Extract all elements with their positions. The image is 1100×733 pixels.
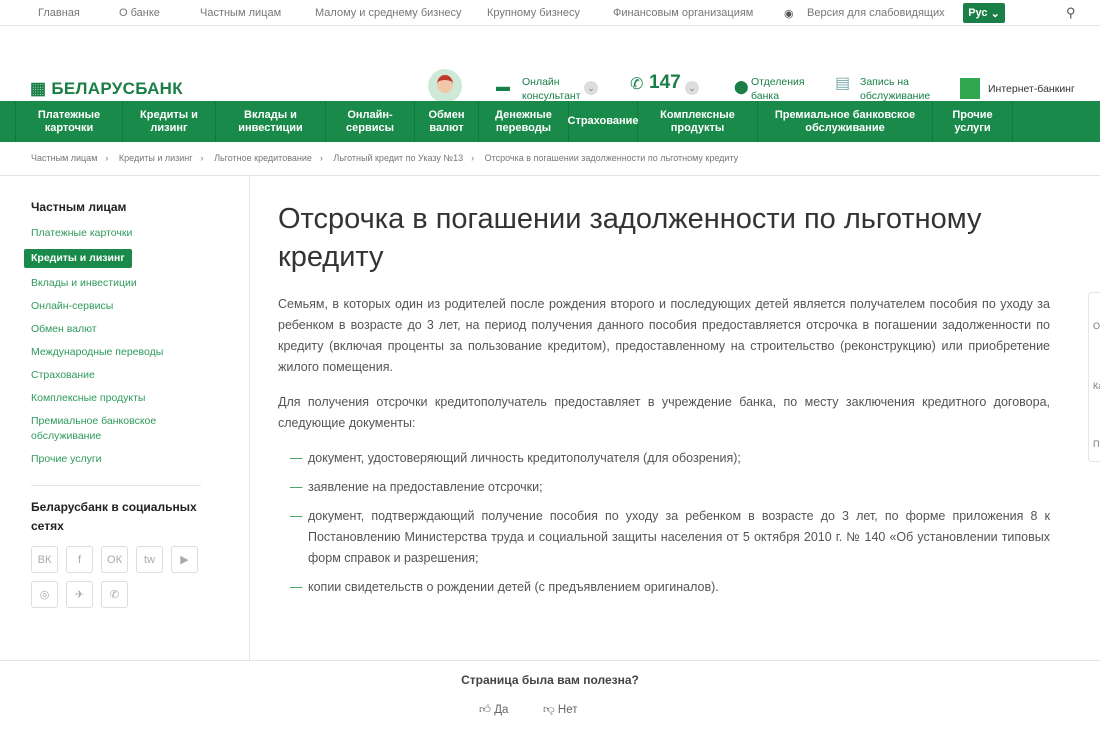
social-title: Беларусбанк в социальных сетях <box>31 500 197 533</box>
search-icon[interactable]: ⚲ <box>1066 5 1076 21</box>
facebook-icon[interactable]: f <box>66 546 93 573</box>
nav-deposits[interactable]: Вклады и инвестиции <box>216 101 326 142</box>
telegram-icon[interactable]: ✈ <box>66 581 93 608</box>
language-select[interactable]: Рус ⌄ <box>963 3 1005 23</box>
breadcrumb-item[interactable]: Частным лицам <box>31 153 97 163</box>
paragraph: Семьям, в которых один из родителей посл… <box>278 297 1050 374</box>
list-item: заявление на предоставление отсрочки; <box>278 477 1050 498</box>
sidebar-item-online[interactable]: Онлайн-сервисы <box>31 299 201 314</box>
breadcrumb-item[interactable]: Льготный кредит по Указу №13 <box>333 153 463 163</box>
sidebar-item-other[interactable]: Прочие услуги <box>31 452 201 467</box>
thumbs-up-icon: 👍︎ <box>479 704 492 716</box>
location-pin-icon: ⬤ <box>734 79 749 94</box>
divider <box>0 660 1100 661</box>
widget-item[interactable]: Ка <box>1093 381 1100 391</box>
header: ▦ БЕЛАРУСБАНК ▬ Онлайн консультант ⌄ ✆ 1… <box>0 26 1100 103</box>
breadcrumb-current: Отсрочка в погашении задолженности по ль… <box>484 153 739 163</box>
odnoklassniki-icon[interactable]: ОК <box>101 546 128 573</box>
main-content: Отсрочка в погашении задолженности по ль… <box>278 200 1050 606</box>
sidebar-item-deposits[interactable]: Вклады и инвестиции <box>31 276 201 291</box>
viber-icon[interactable]: ✆ <box>101 581 128 608</box>
vk-icon[interactable]: ВК <box>31 546 58 573</box>
nav-other[interactable]: Прочие услуги <box>933 101 1013 142</box>
nav-transfers[interactable]: Денежные переводы <box>479 101 569 142</box>
yes-label: Да <box>494 704 509 716</box>
main-nav: Платежные карточки Кредиты и лизинг Вкла… <box>0 101 1100 142</box>
side-widget: О Ка Пр <box>1088 292 1100 462</box>
feedback-question: Страница была вам полезна? <box>461 673 639 687</box>
top-bar: Главная О банке Частным лицам Малому и с… <box>0 0 1100 26</box>
language-label: Рус <box>968 7 988 19</box>
widget-item[interactable]: Пр <box>1093 439 1100 449</box>
page-title: Отсрочка в погашении задолженности по ль… <box>278 203 982 273</box>
logo-text: БЕЛАРУСБАНК <box>51 79 183 98</box>
documents-list: документ, удостоверяющий личность кредит… <box>278 448 1050 598</box>
nav-premium[interactable]: Премиальное банковское обслуживание <box>758 101 933 142</box>
paragraph: Для получения отсрочки кредитополучатель… <box>278 395 1050 430</box>
logo[interactable]: ▦ БЕЛАРУСБАНК <box>30 79 183 99</box>
breadcrumb-item[interactable]: Кредиты и лизинг <box>119 153 193 163</box>
top-link-financial[interactable]: Финансовым организациям <box>613 7 753 19</box>
appointment-link[interactable]: Запись на обслуживание <box>860 75 935 103</box>
avatar[interactable] <box>428 69 462 103</box>
top-link-sme[interactable]: Малому и среднему бизнесу <box>315 7 462 19</box>
nav-cards[interactable]: Платежные карточки <box>15 101 123 142</box>
list-item: документ, удостоверяющий личность кредит… <box>278 448 1050 469</box>
sidebar-item-credits[interactable]: Кредиты и лизинг <box>24 249 132 268</box>
sidebar-title: Частным лицам <box>31 200 127 214</box>
document-icon: ▤ <box>835 75 851 92</box>
sidebar-item-packages[interactable]: Комплексные продукты <box>31 391 201 406</box>
phone-icon: ✆ <box>630 76 644 93</box>
eye-icon[interactable]: ◉ <box>784 7 794 20</box>
nav-credits[interactable]: Кредиты и лизинг <box>123 101 216 142</box>
breadcrumb: Частным лицам › Кредиты и лизинг › Льготно… <box>31 153 739 163</box>
thumbs-down-icon: 👎︎ <box>543 704 555 716</box>
internet-banking-link[interactable]: Интернет-банкинг <box>988 82 1075 96</box>
feedback-no-button[interactable]: 👎︎ Нет <box>543 703 577 717</box>
instagram-icon[interactable]: ◎ <box>31 581 58 608</box>
phone-number[interactable]: 147 <box>649 73 681 92</box>
breadcrumb-item[interactable]: Льготное кредитование <box>214 153 312 163</box>
list-item: документ, подтверждающий получение пособ… <box>278 506 1050 569</box>
no-label: Нет <box>557 704 578 716</box>
nav-exchange[interactable]: Обмен валют <box>415 101 479 142</box>
divider <box>249 176 250 660</box>
nav-insurance[interactable]: Страхование <box>568 101 639 142</box>
widget-item[interactable]: О <box>1093 321 1100 331</box>
branches-link[interactable]: Отделения банка <box>751 75 806 103</box>
divider <box>31 485 201 486</box>
top-link-home[interactable]: Главная <box>38 7 80 19</box>
internet-banking-icon <box>960 78 980 99</box>
chat-icon: ▬ <box>496 78 510 94</box>
twitter-icon[interactable]: tw <box>136 546 163 573</box>
youtube-icon[interactable]: ▶ <box>171 546 198 573</box>
top-link-private[interactable]: Частным лицам <box>200 7 281 19</box>
feedback-yes-button[interactable]: 👍︎ Да <box>479 703 508 717</box>
consultant-link[interactable]: Онлайн консультант <box>522 75 582 103</box>
sidebar-item-insurance[interactable]: Страхование <box>31 368 201 383</box>
divider <box>0 175 1100 176</box>
sidebar-item-transfers[interactable]: Международные переводы <box>31 345 201 360</box>
sidebar-item-exchange[interactable]: Обмен валют <box>31 322 201 337</box>
list-item: копии свидетельств о рождении детей (с п… <box>278 577 1050 598</box>
accessibility-link[interactable]: Версия для слабовидящих <box>807 7 945 19</box>
chevron-down-icon[interactable]: ⌄ <box>584 81 598 95</box>
sidebar: Частным лицам Платежные карточки Кредиты… <box>24 200 201 616</box>
chevron-down-icon[interactable]: ⌄ <box>685 81 699 95</box>
nav-online[interactable]: Онлайн-сервисы <box>326 101 415 142</box>
sidebar-item-premium[interactable]: Премиальное банковское обслуживание <box>31 414 171 444</box>
nav-packages[interactable]: Комплексные продукты <box>638 101 758 142</box>
sidebar-item-cards[interactable]: Платежные карточки <box>31 226 201 241</box>
top-link-about[interactable]: О банке <box>119 7 160 19</box>
top-link-corporate[interactable]: Крупному бизнесу <box>487 7 580 19</box>
